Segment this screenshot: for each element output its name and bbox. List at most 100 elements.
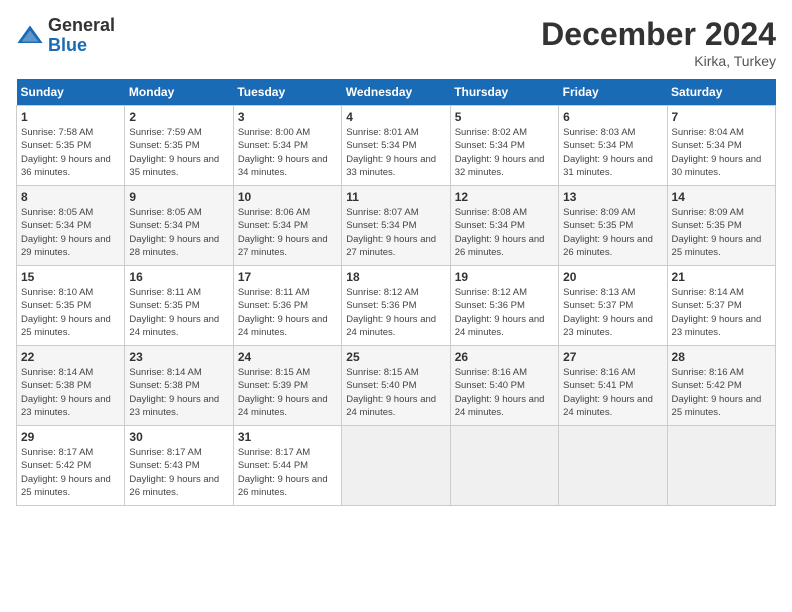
day-number: 12 — [455, 190, 554, 204]
day-number: 20 — [563, 270, 662, 284]
day-number: 4 — [346, 110, 445, 124]
calendar-cell: 22Sunrise: 8:14 AMSunset: 5:38 PMDayligh… — [17, 346, 125, 426]
logo-general-text: General — [48, 16, 115, 36]
day-info: Sunrise: 8:15 AMSunset: 5:39 PMDaylight:… — [238, 367, 328, 418]
day-number: 31 — [238, 430, 337, 444]
day-number: 27 — [563, 350, 662, 364]
calendar-cell: 23Sunrise: 8:14 AMSunset: 5:38 PMDayligh… — [125, 346, 233, 426]
day-number: 2 — [129, 110, 228, 124]
calendar-cell: 7 Sunrise: 8:04 AMSunset: 5:34 PMDaylight… — [667, 106, 775, 186]
logo-icon — [16, 22, 44, 50]
calendar-cell: 13Sunrise: 8:09 AMSunset: 5:35 PMDayligh… — [559, 186, 667, 266]
day-info: Sunrise: 7:58 AMSunset: 5:35 PMDaylight:… — [21, 127, 111, 178]
logo-blue-text: Blue — [48, 36, 115, 56]
calendar-cell: 15 Sunrise: 8:10 AMSunset: 5:35 PMDayligh… — [17, 266, 125, 346]
weekday-header: Friday — [559, 79, 667, 106]
calendar-cell: 12 Sunrise: 8:08 AMSunset: 5:34 PMDayligh… — [450, 186, 558, 266]
day-info: Sunrise: 7:59 AMSunset: 5:35 PMDaylight:… — [129, 127, 219, 178]
calendar-cell: 31 Sunrise: 8:17 AMSunset: 5:44 PMDayligh… — [233, 426, 341, 506]
day-info: Sunrise: 8:02 AMSunset: 5:34 PMDaylight:… — [455, 127, 545, 178]
day-number: 24 — [238, 350, 337, 364]
day-info: Sunrise: 8:17 AMSunset: 5:42 PMDaylight:… — [21, 447, 111, 498]
calendar-week-row: 1Sunrise: 7:58 AMSunset: 5:35 PMDaylight… — [17, 106, 776, 186]
calendar-cell: 10 Sunrise: 8:06 AMSunset: 5:34 PMDayligh… — [233, 186, 341, 266]
day-number: 19 — [455, 270, 554, 284]
day-info: Sunrise: 8:14 AMSunset: 5:37 PMDaylight:… — [672, 287, 762, 338]
calendar-cell: 9 Sunrise: 8:05 AMSunset: 5:34 PMDaylight… — [125, 186, 233, 266]
day-info: Sunrise: 8:06 AMSunset: 5:34 PMDaylight:… — [238, 207, 328, 258]
calendar-cell: 8 Sunrise: 8:05 AMSunset: 5:34 PMDaylight… — [17, 186, 125, 266]
day-number: 28 — [672, 350, 771, 364]
weekday-header: Wednesday — [342, 79, 450, 106]
location: Kirka, Turkey — [541, 53, 776, 69]
day-number: 30 — [129, 430, 228, 444]
day-number: 13 — [563, 190, 662, 204]
day-info: Sunrise: 8:14 AMSunset: 5:38 PMDaylight:… — [21, 367, 111, 418]
title-block: December 2024 Kirka, Turkey — [541, 16, 776, 69]
day-info: Sunrise: 8:04 AMSunset: 5:34 PMDaylight:… — [672, 127, 762, 178]
calendar-cell: 1Sunrise: 7:58 AMSunset: 5:35 PMDaylight… — [17, 106, 125, 186]
calendar-table: SundayMondayTuesdayWednesdayThursdayFrid… — [16, 79, 776, 506]
calendar-cell: 3 Sunrise: 8:00 AMSunset: 5:34 PMDaylight… — [233, 106, 341, 186]
day-info: Sunrise: 8:05 AMSunset: 5:34 PMDaylight:… — [21, 207, 111, 258]
weekday-header: Monday — [125, 79, 233, 106]
calendar-cell — [559, 426, 667, 506]
day-info: Sunrise: 8:00 AMSunset: 5:34 PMDaylight:… — [238, 127, 328, 178]
day-info: Sunrise: 8:15 AMSunset: 5:40 PMDaylight:… — [346, 367, 436, 418]
calendar-cell: 17Sunrise: 8:11 AMSunset: 5:36 PMDayligh… — [233, 266, 341, 346]
calendar-cell: 6Sunrise: 8:03 AMSunset: 5:34 PMDaylight… — [559, 106, 667, 186]
calendar-week-row: 8 Sunrise: 8:05 AMSunset: 5:34 PMDaylight… — [17, 186, 776, 266]
day-number: 10 — [238, 190, 337, 204]
day-info: Sunrise: 8:07 AMSunset: 5:34 PMDaylight:… — [346, 207, 436, 258]
day-number: 3 — [238, 110, 337, 124]
calendar-cell — [342, 426, 450, 506]
calendar-cell: 14Sunrise: 8:09 AMSunset: 5:35 PMDayligh… — [667, 186, 775, 266]
day-info: Sunrise: 8:03 AMSunset: 5:34 PMDaylight:… — [563, 127, 653, 178]
day-info: Sunrise: 8:12 AMSunset: 5:36 PMDaylight:… — [346, 287, 436, 338]
day-number: 17 — [238, 270, 337, 284]
calendar-cell — [667, 426, 775, 506]
day-number: 5 — [455, 110, 554, 124]
day-number: 15 — [21, 270, 120, 284]
day-number: 26 — [455, 350, 554, 364]
calendar-cell: 27 Sunrise: 8:16 AMSunset: 5:41 PMDayligh… — [559, 346, 667, 426]
calendar-cell: 24 Sunrise: 8:15 AMSunset: 5:39 PMDayligh… — [233, 346, 341, 426]
day-number: 7 — [672, 110, 771, 124]
day-info: Sunrise: 8:11 AMSunset: 5:35 PMDaylight:… — [129, 287, 219, 338]
day-number: 29 — [21, 430, 120, 444]
page-header: General Blue December 2024 Kirka, Turkey — [16, 16, 776, 69]
day-number: 8 — [21, 190, 120, 204]
weekday-header: Thursday — [450, 79, 558, 106]
day-info: Sunrise: 8:08 AMSunset: 5:34 PMDaylight:… — [455, 207, 545, 258]
day-number: 21 — [672, 270, 771, 284]
day-info: Sunrise: 8:01 AMSunset: 5:34 PMDaylight:… — [346, 127, 436, 178]
calendar-cell: 18 Sunrise: 8:12 AMSunset: 5:36 PMDayligh… — [342, 266, 450, 346]
calendar-week-row: 22Sunrise: 8:14 AMSunset: 5:38 PMDayligh… — [17, 346, 776, 426]
day-number: 9 — [129, 190, 228, 204]
weekday-header: Saturday — [667, 79, 775, 106]
calendar-cell: 25 Sunrise: 8:15 AMSunset: 5:40 PMDayligh… — [342, 346, 450, 426]
calendar-cell: 30Sunrise: 8:17 AMSunset: 5:43 PMDayligh… — [125, 426, 233, 506]
day-number: 18 — [346, 270, 445, 284]
calendar-body: 1Sunrise: 7:58 AMSunset: 5:35 PMDaylight… — [17, 106, 776, 506]
day-number: 11 — [346, 190, 445, 204]
calendar-header-row: SundayMondayTuesdayWednesdayThursdayFrid… — [17, 79, 776, 106]
day-info: Sunrise: 8:09 AMSunset: 5:35 PMDaylight:… — [672, 207, 762, 258]
month-title: December 2024 — [541, 16, 776, 53]
calendar-cell: 16Sunrise: 8:11 AMSunset: 5:35 PMDayligh… — [125, 266, 233, 346]
day-info: Sunrise: 8:16 AMSunset: 5:41 PMDaylight:… — [563, 367, 653, 418]
day-info: Sunrise: 8:17 AMSunset: 5:44 PMDaylight:… — [238, 447, 328, 498]
calendar-cell: 28Sunrise: 8:16 AMSunset: 5:42 PMDayligh… — [667, 346, 775, 426]
calendar-week-row: 29 Sunrise: 8:17 AMSunset: 5:42 PMDayligh… — [17, 426, 776, 506]
day-info: Sunrise: 8:16 AMSunset: 5:40 PMDaylight:… — [455, 367, 545, 418]
calendar-cell: 11 Sunrise: 8:07 AMSunset: 5:34 PMDayligh… — [342, 186, 450, 266]
day-info: Sunrise: 8:05 AMSunset: 5:34 PMDaylight:… — [129, 207, 219, 258]
day-number: 25 — [346, 350, 445, 364]
day-info: Sunrise: 8:12 AMSunset: 5:36 PMDaylight:… — [455, 287, 545, 338]
calendar-cell: 2 Sunrise: 7:59 AMSunset: 5:35 PMDaylight… — [125, 106, 233, 186]
day-info: Sunrise: 8:10 AMSunset: 5:35 PMDaylight:… — [21, 287, 111, 338]
day-number: 23 — [129, 350, 228, 364]
calendar-week-row: 15 Sunrise: 8:10 AMSunset: 5:35 PMDayligh… — [17, 266, 776, 346]
calendar-cell: 19 Sunrise: 8:12 AMSunset: 5:36 PMDayligh… — [450, 266, 558, 346]
day-info: Sunrise: 8:13 AMSunset: 5:37 PMDaylight:… — [563, 287, 653, 338]
